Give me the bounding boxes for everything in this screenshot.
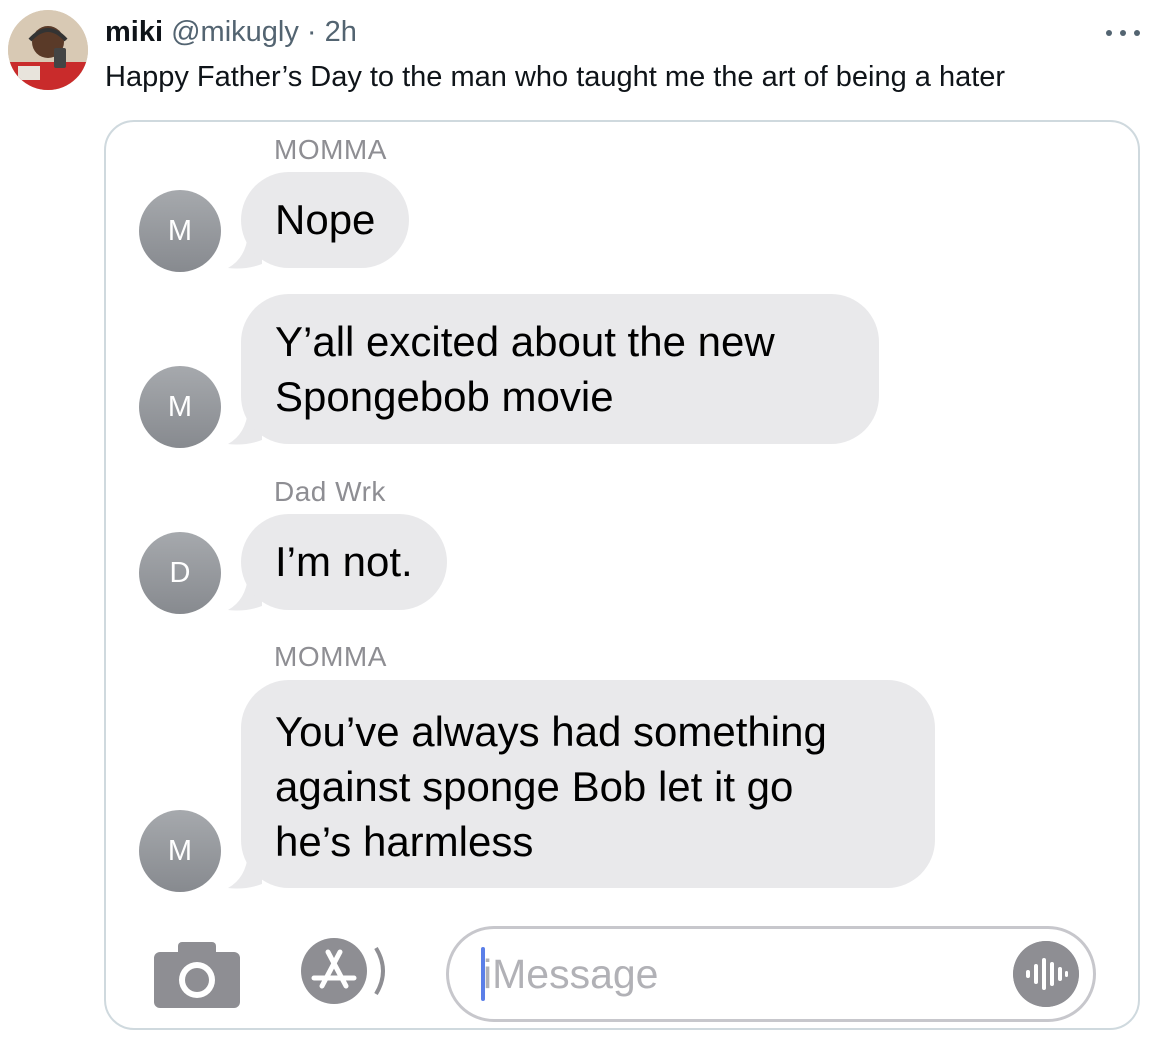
message-line: he’s harmless	[275, 818, 534, 865]
message-bubble: Nope	[241, 172, 410, 268]
tweet-time[interactable]: 2h	[325, 16, 357, 48]
meta-separator: ·	[306, 16, 317, 48]
message-line: You’ve always had something	[275, 708, 827, 755]
message-bubble: I’m not.	[241, 514, 447, 610]
message-screenshot[interactable]: MOMMA M Nope M Y’all excited about the n…	[104, 120, 1140, 1030]
message-line: Y’all excited about the new	[275, 318, 775, 365]
tweet-header: miki @mikugly · 2h Happy Father’s Day to…	[0, 0, 1168, 110]
more-horizontal-icon[interactable]	[1100, 14, 1150, 50]
message-bubble: Y’all excited about the new Spongebob mo…	[241, 294, 879, 444]
input-placeholder: iMessage	[483, 951, 659, 997]
sender-label: MOMMA	[274, 134, 387, 165]
contact-avatar: M	[139, 366, 221, 448]
message-line: against sponge Bob let it go	[275, 763, 794, 810]
display-name[interactable]: miki	[105, 16, 163, 48]
user-avatar[interactable]	[8, 10, 88, 90]
sender-label: MOMMA	[274, 641, 387, 672]
sender-label: Dad Wrk	[274, 476, 386, 507]
camera-icon[interactable]	[154, 940, 242, 1010]
app-store-icon[interactable]	[298, 936, 396, 1006]
contact-avatar: M	[139, 810, 221, 892]
contact-avatar: M	[139, 190, 221, 272]
message-bubble: You’ve always had something against spon…	[241, 680, 935, 888]
audio-waveform-icon[interactable]	[1013, 941, 1079, 1007]
contact-avatar: D	[139, 532, 221, 614]
message-line: Spongebob movie	[275, 373, 614, 420]
user-handle[interactable]: @mikugly	[171, 16, 299, 48]
imessage-input[interactable]: iMessage	[446, 926, 1096, 1022]
message-line: I’m not.	[275, 538, 413, 585]
tweet-text: Happy Father’s Day to the man who taught…	[105, 61, 1006, 93]
tweet-meta: miki @mikugly · 2h	[105, 14, 357, 50]
message-line: Nope	[275, 196, 376, 243]
